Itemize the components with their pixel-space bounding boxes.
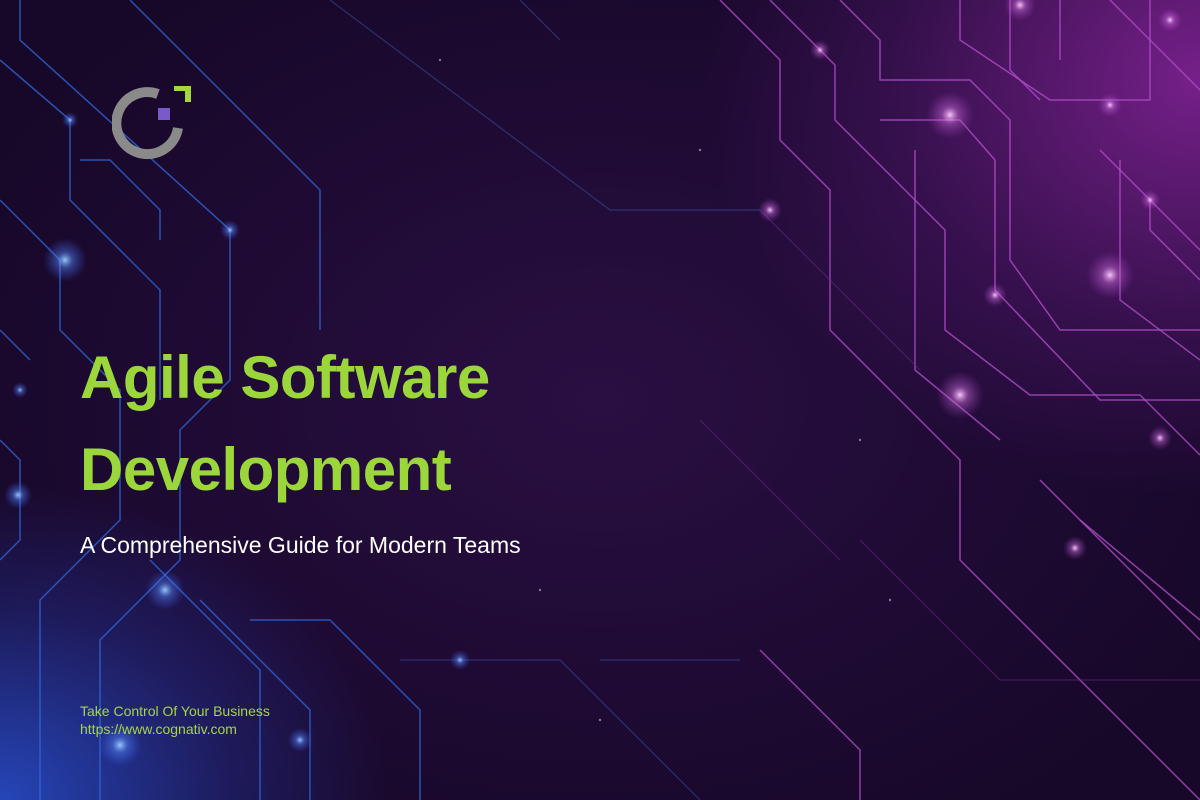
- slide: Agile Software Development A Comprehensi…: [0, 0, 1200, 800]
- page-title: Agile Software Development: [80, 332, 490, 516]
- title-line-1: Agile Software: [80, 344, 490, 411]
- brand-logo-icon: [112, 86, 191, 160]
- subtitle: A Comprehensive Guide for Modern Teams: [80, 532, 521, 558]
- footer: Take Control Of Your Business https://ww…: [80, 702, 270, 738]
- title-line-2: Development: [80, 436, 452, 503]
- footer-tagline: Take Control Of Your Business: [80, 703, 270, 719]
- footer-url: https://www.cognativ.com: [80, 721, 237, 737]
